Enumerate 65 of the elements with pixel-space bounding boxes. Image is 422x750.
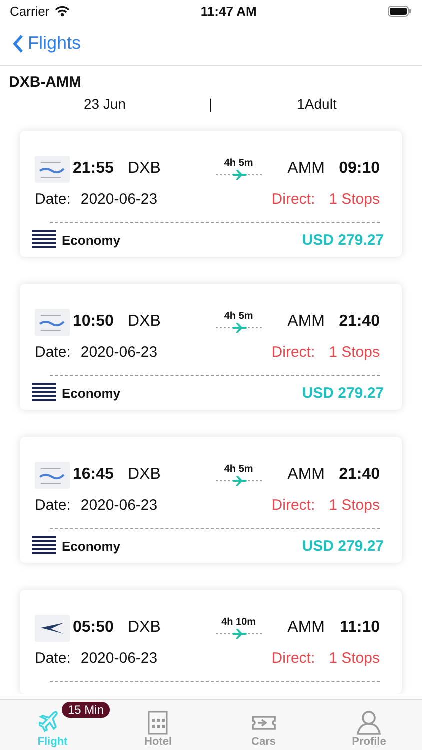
destination-code: AMM (288, 160, 325, 178)
stops-count: 1 Stops (329, 344, 380, 361)
carrier-label: Carrier (10, 4, 50, 18)
origin-code: DXB (128, 313, 162, 331)
destination-code: AMM (288, 313, 325, 331)
flight-date: 2020-06-23 (80, 191, 158, 208)
direct-label: Direct: (272, 344, 316, 361)
flight-card[interactable]: 05:50 DXB 4h 10m AMM 11:10 Date: 2020-06-23 Direct: 1 Stops (20, 590, 402, 694)
flight-card[interactable]: 10:50 DXB 4h 5m AMM 21:40 Date: 2020-06-23 Direct: 1 Stops Economy USD 279.27 (20, 284, 402, 410)
stops-count: 1 Stops (329, 650, 380, 667)
direct-label: Direct: (272, 191, 316, 208)
route-title: DXB-AMM (9, 74, 82, 91)
destination-code: AMM (288, 619, 325, 637)
back-chevron-icon (12, 34, 24, 54)
arrival-time: 09:10 (338, 160, 380, 178)
departure-time: 16:45 (73, 466, 115, 484)
date-label: Date: (35, 191, 71, 208)
cabin-icon (32, 535, 56, 557)
separator: | (208, 96, 214, 112)
passenger-count: 1Adult (296, 96, 338, 112)
arrival-time: 21:40 (338, 466, 380, 484)
status-time: 11:47 AM (200, 4, 257, 18)
departure-time: 10:50 (73, 313, 115, 331)
ticket-price: USD 279.27 (302, 538, 384, 554)
date-label: Date: (35, 650, 71, 667)
travel-date: 23 Jun (82, 96, 128, 112)
battery-icon (388, 6, 412, 16)
stops-count: 1 Stops (329, 191, 380, 208)
stops-count: 1 Stops (329, 497, 380, 514)
direct-label: Direct: (272, 650, 316, 667)
arrival-time: 11:10 (338, 619, 380, 637)
cabin-icon (32, 229, 56, 251)
flight-date: 2020-06-23 (80, 650, 158, 667)
flight-duration: 4h 10m (222, 616, 256, 628)
origin-code: DXB (128, 160, 162, 178)
date-label: Date: (35, 344, 71, 361)
departure-time: 05:50 (73, 619, 115, 637)
flight-duration: 4h 5m (224, 158, 254, 168)
wifi-icon (54, 6, 70, 16)
flight-path-icon (216, 322, 262, 334)
ticket-price: USD 279.27 (302, 384, 384, 402)
cabin-class: Economy (62, 232, 121, 248)
origin-code: DXB (128, 466, 162, 484)
direct-label: Direct: (272, 497, 316, 514)
departure-time: 21:55 (73, 160, 115, 178)
ticket-price: USD 279.27 (302, 232, 384, 248)
cabin-class: Economy (62, 538, 121, 554)
flight-path-icon (216, 474, 262, 486)
cabin-class: Economy (62, 386, 121, 400)
arrival-time: 21:40 (338, 313, 380, 331)
date-label: Date: (35, 497, 71, 514)
back-button[interactable]: Flights (12, 33, 82, 54)
origin-code: DXB (128, 619, 162, 637)
flight-card[interactable]: 21:55 DXB 4h 5m AMM 09:10 Date: 2020-06-23 Direct: 1 Stops Economy USD 279.27 (20, 131, 402, 257)
profile-icon (356, 710, 382, 736)
cabin-icon (32, 382, 56, 404)
flight-date: 2020-06-23 (80, 344, 158, 361)
destination-code: AMM (288, 466, 325, 484)
timer-badge: 15 Min (62, 702, 110, 718)
flight-duration: 4h 5m (224, 310, 254, 322)
flight-path-icon (216, 168, 262, 180)
flight-date: 2020-06-23 (80, 497, 158, 514)
flight-path-icon (216, 628, 262, 640)
flight-duration: 4h 5m (224, 464, 254, 474)
flight-card[interactable]: 16:45 DXB 4h 5m AMM 21:40 Date: 2020-06-23 Direct: 1 Stops Economy USD 279.27 (20, 437, 402, 563)
